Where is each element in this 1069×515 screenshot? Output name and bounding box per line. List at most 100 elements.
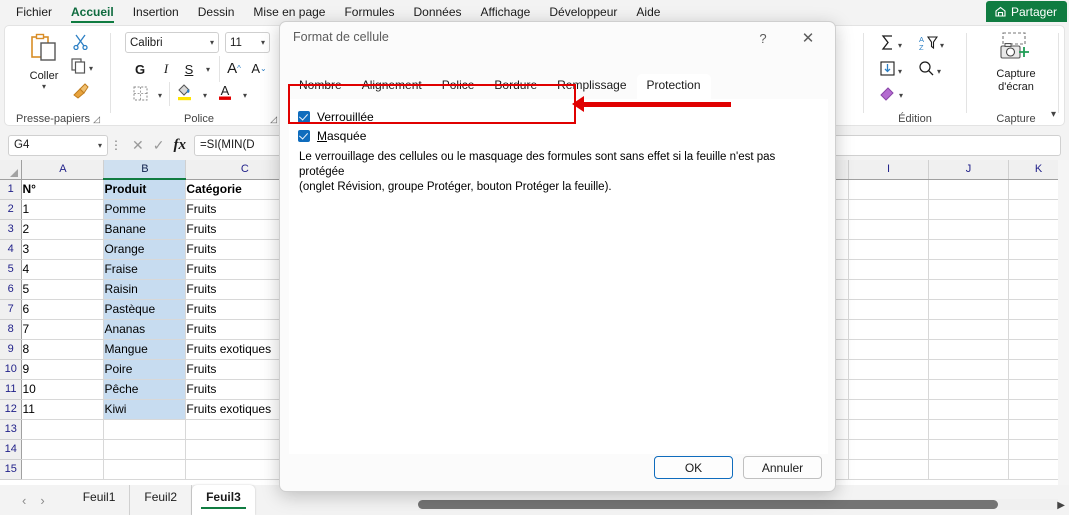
chevron-down-icon[interactable]: ▾ — [940, 41, 944, 50]
share-button[interactable]: Partager — [985, 1, 1067, 22]
chevron-down-icon[interactable]: ▾ — [898, 41, 902, 50]
dialog-tab-bordure[interactable]: Bordure — [484, 74, 547, 99]
ribbon-tab-insertion[interactable]: Insertion — [124, 2, 188, 23]
select-all-corner[interactable] — [0, 160, 23, 180]
horizontal-scrollbar-thumb[interactable] — [418, 500, 998, 509]
cell-j12[interactable] — [928, 399, 1009, 420]
row-header[interactable]: 13 — [0, 419, 23, 440]
font-size-combo[interactable]: 11 ▾ — [225, 32, 270, 53]
dialog-tab-nombre[interactable]: Nombre — [289, 74, 352, 99]
clear-button[interactable]: ▾ — [879, 84, 903, 106]
cell-i9[interactable] — [848, 339, 930, 360]
column-header-j[interactable]: J — [928, 160, 1009, 180]
cell-j4[interactable] — [928, 239, 1009, 260]
vertical-scrollbar[interactable] — [1058, 160, 1069, 485]
sheet-tab-feuil1[interactable]: Feuil1 — [69, 485, 131, 515]
checkbox-masquee[interactable]: Masquée — [298, 129, 366, 143]
row-header[interactable]: 5 — [0, 259, 23, 280]
borders-dropdown[interactable]: ▾ — [149, 84, 171, 106]
cancel-icon[interactable]: ✕ — [132, 137, 144, 154]
cell-j8[interactable] — [928, 319, 1009, 340]
cell-a7[interactable]: 6 — [21, 299, 105, 320]
sheet-tab-feuil2[interactable]: Feuil2 — [130, 485, 193, 515]
cell-j13[interactable] — [928, 419, 1009, 440]
column-header-b[interactable]: B — [103, 160, 187, 180]
cell-i1[interactable] — [848, 179, 930, 200]
cell-i11[interactable] — [848, 379, 930, 400]
cell-i15[interactable] — [848, 459, 930, 480]
copy-button[interactable]: ▾ — [70, 57, 93, 79]
collapse-ribbon-icon[interactable]: ▾ — [1051, 109, 1056, 120]
ribbon-tab-developpeur[interactable]: Développeur — [540, 2, 626, 23]
cell-i3[interactable] — [848, 219, 930, 240]
font-color-dropdown[interactable]: ▾ — [234, 84, 256, 106]
cell-a8[interactable]: 7 — [21, 319, 105, 340]
cell-a14[interactable] — [21, 439, 105, 460]
chevron-down-icon[interactable]: ▾ — [18, 82, 70, 91]
cancel-button[interactable]: Annuler — [743, 456, 822, 479]
row-header[interactable]: 11 — [0, 379, 23, 400]
cell-b7[interactable]: Pastèque — [103, 299, 187, 320]
cell-j9[interactable] — [928, 339, 1009, 360]
font-name-combo[interactable]: Calibri ▾ — [125, 32, 219, 53]
cell-j11[interactable] — [928, 379, 1009, 400]
cell-b9[interactable]: Mangue — [103, 339, 187, 360]
close-icon[interactable]: ✕ — [793, 27, 823, 49]
ribbon-tab-aide[interactable]: Aide — [627, 2, 669, 23]
cell-i2[interactable] — [848, 199, 930, 220]
insert-function-icon[interactable]: fx — [173, 137, 186, 154]
ribbon-tab-affichage[interactable]: Affichage — [472, 2, 540, 23]
cell-b14[interactable] — [103, 439, 187, 460]
row-header[interactable]: 15 — [0, 459, 23, 480]
cell-a10[interactable]: 9 — [21, 359, 105, 380]
cell-j14[interactable] — [928, 439, 1009, 460]
underline-dropdown[interactable]: ▾ — [197, 58, 219, 80]
cell-a4[interactable]: 3 — [21, 239, 105, 260]
chevron-down-icon[interactable]: ▾ — [98, 141, 102, 150]
autosum-button[interactable]: ▾ — [879, 34, 902, 56]
row-header[interactable]: 12 — [0, 399, 23, 420]
cell-b5[interactable]: Fraise — [103, 259, 187, 280]
cell-b15[interactable] — [103, 459, 187, 480]
accept-icon[interactable]: ✓ — [153, 137, 165, 154]
chevron-down-icon[interactable]: ▾ — [89, 64, 93, 73]
cell-j2[interactable] — [928, 199, 1009, 220]
cell-i5[interactable] — [848, 259, 930, 280]
column-header-a[interactable]: A — [21, 160, 105, 180]
dialog-tab-alignement[interactable]: Alignement — [352, 74, 432, 99]
chevron-down-icon[interactable]: ▾ — [261, 38, 265, 47]
chevron-down-icon[interactable]: ▾ — [937, 67, 941, 76]
chevron-right-icon[interactable]: › — [40, 493, 44, 508]
sheet-tab-feuil3[interactable]: Feuil3 — [192, 485, 255, 515]
cell-a6[interactable]: 5 — [21, 279, 105, 300]
ribbon-tab-formules[interactable]: Formules — [335, 2, 403, 23]
fill-color-button[interactable] — [173, 82, 195, 104]
find-select-button[interactable]: ▾ — [918, 60, 941, 82]
paste-button[interactable]: Coller ▾ — [18, 32, 70, 91]
sort-filter-button[interactable]: AZ ▾ — [918, 34, 944, 56]
row-header[interactable]: 8 — [0, 319, 23, 340]
chevron-down-icon[interactable]: ▾ — [899, 91, 903, 100]
cell-i13[interactable] — [848, 419, 930, 440]
fill-down-button[interactable]: ▾ — [879, 60, 902, 82]
dialog-tab-remplissage[interactable]: Remplissage — [547, 74, 636, 99]
cell-i12[interactable] — [848, 399, 930, 420]
cell-i10[interactable] — [848, 359, 930, 380]
cell-a5[interactable]: 4 — [21, 259, 105, 280]
cell-b4[interactable]: Orange — [103, 239, 187, 260]
cell-j6[interactable] — [928, 279, 1009, 300]
ribbon-tab-donnees[interactable]: Données — [404, 2, 470, 23]
cell-a11[interactable]: 10 — [21, 379, 105, 400]
row-header[interactable]: 10 — [0, 359, 23, 380]
row-header[interactable]: 3 — [0, 219, 23, 240]
font-color-button[interactable]: A — [214, 82, 236, 104]
cell-b1[interactable]: Produit — [103, 179, 187, 200]
cell-i4[interactable] — [848, 239, 930, 260]
dialog-tab-protection[interactable]: Protection — [636, 74, 711, 99]
checkbox-verrouillee[interactable]: Verrouillée — [298, 110, 374, 124]
row-header[interactable]: 1 — [0, 179, 23, 200]
cell-j1[interactable] — [928, 179, 1009, 200]
row-header[interactable]: 4 — [0, 239, 23, 260]
row-header[interactable]: 9 — [0, 339, 23, 360]
cell-b13[interactable] — [103, 419, 187, 440]
